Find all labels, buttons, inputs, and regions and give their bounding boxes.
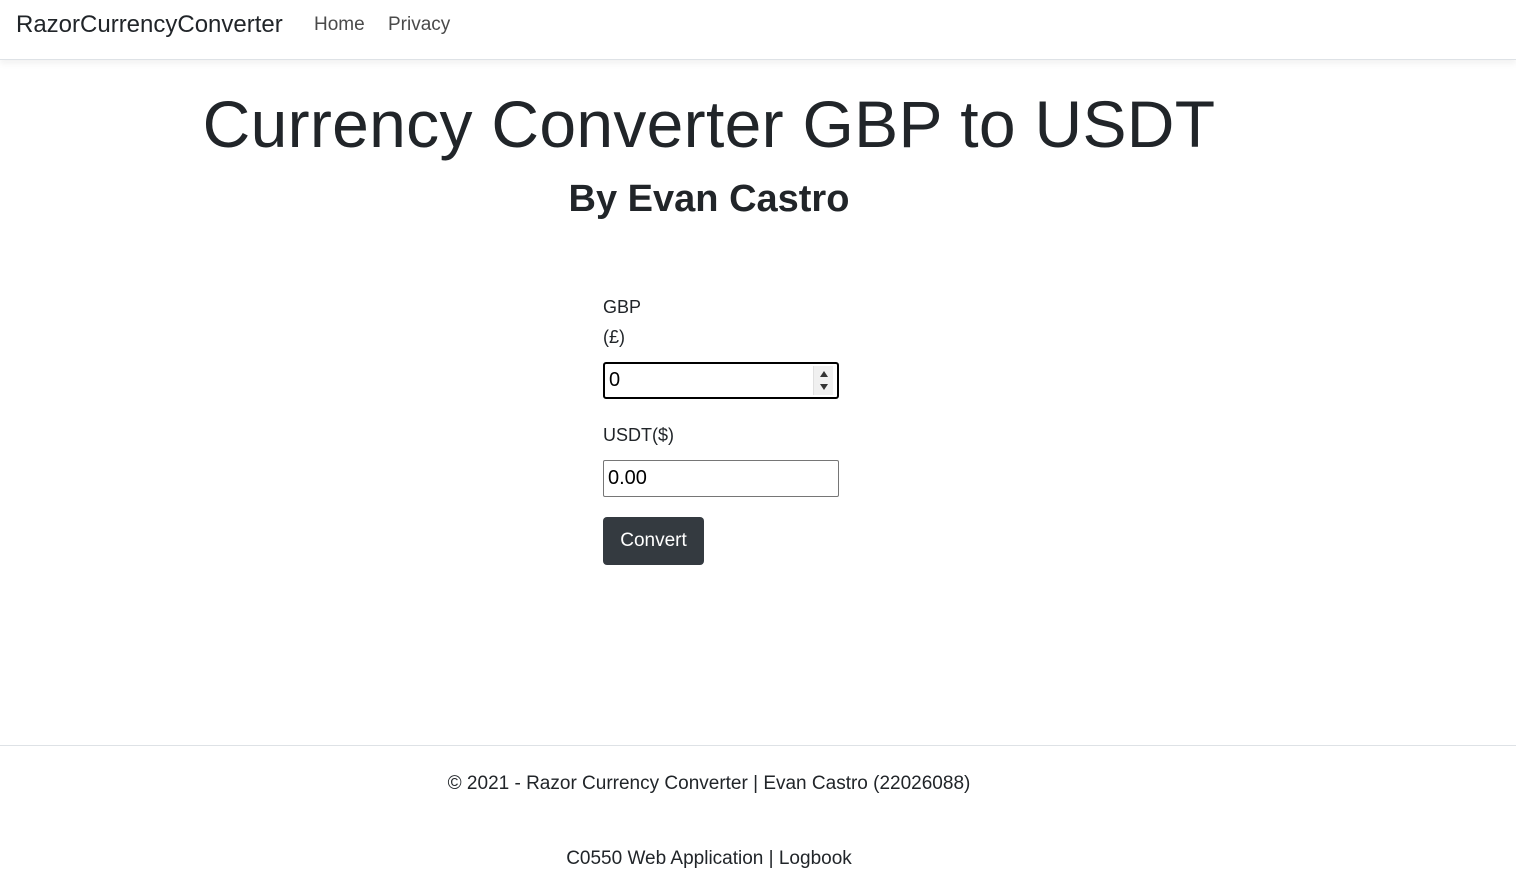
usdt-label: USDT($) [603, 425, 674, 445]
number-spinner[interactable] [813, 366, 833, 395]
usdt-amount-field[interactable] [603, 460, 839, 497]
footer: © 2021 - Razor Currency Converter | Evan… [0, 745, 1516, 887]
nav-privacy-link[interactable]: Privacy [388, 14, 450, 36]
top-navbar: RazorCurrencyConverter Home Privacy [0, 0, 1516, 60]
brand-link[interactable]: RazorCurrencyConverter [16, 11, 283, 39]
nav-home-link[interactable]: Home [314, 14, 365, 36]
footer-copyright: © 2021 - Razor Currency Converter | Evan… [447, 773, 971, 794]
footer-app-info: C0550 Web Application | Logbook [566, 848, 852, 869]
spin-down-icon[interactable] [820, 384, 828, 390]
gbp-symbol-label: (£) [603, 327, 625, 347]
spin-up-icon[interactable] [820, 371, 828, 377]
gbp-amount-input[interactable] [603, 362, 839, 399]
page-title: Currency Converter GBP to USDT [202, 87, 1216, 161]
gbp-label: GBP [603, 297, 642, 317]
author-byline: By Evan Castro [568, 178, 850, 220]
convert-button[interactable]: Convert [603, 517, 704, 565]
